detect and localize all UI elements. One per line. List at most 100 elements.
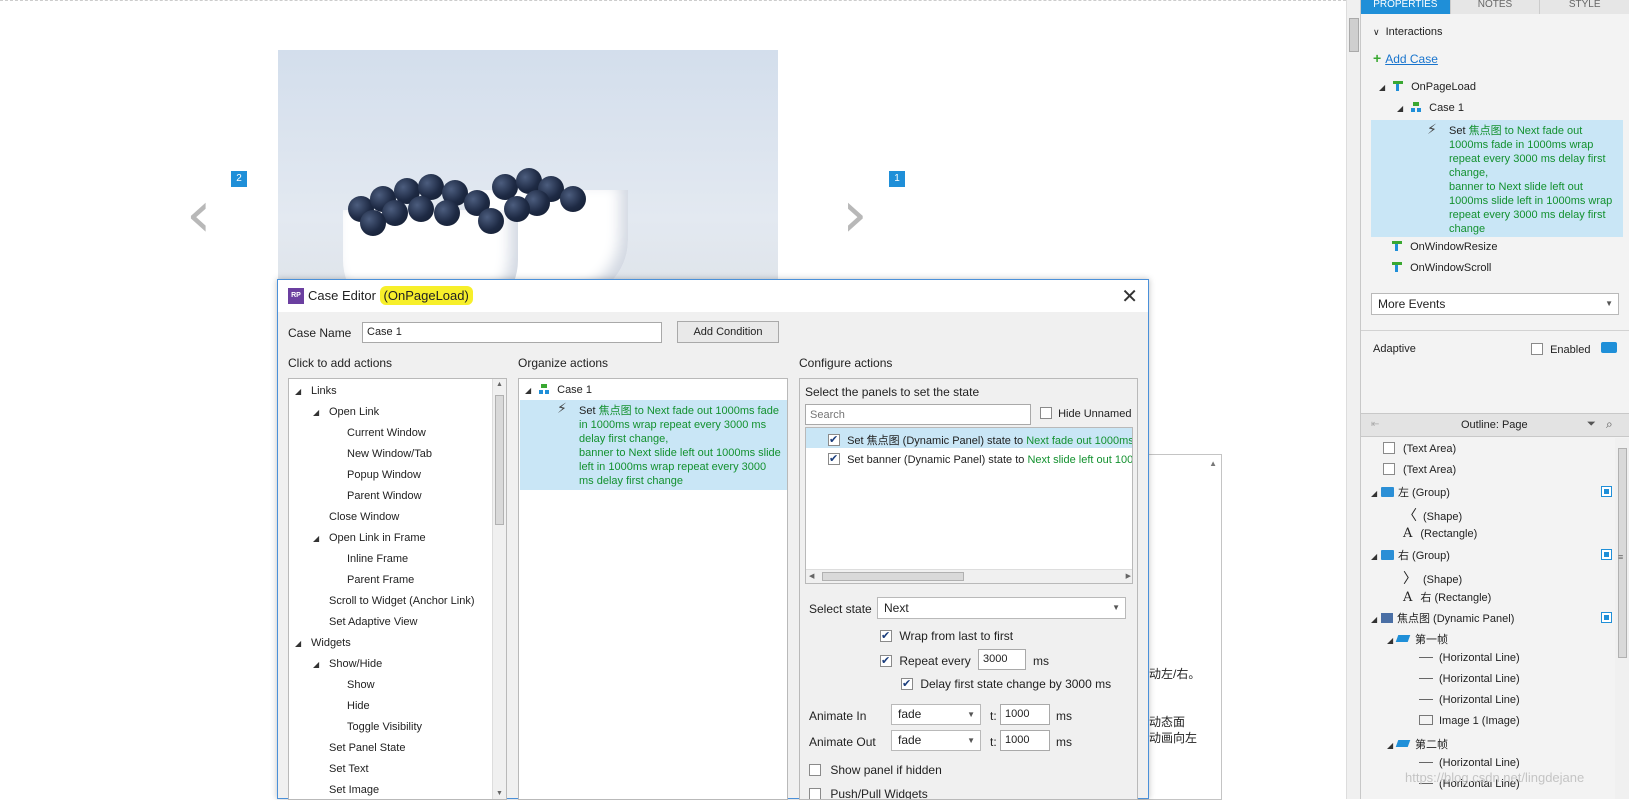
close-icon[interactable]: ✕ <box>1121 284 1138 308</box>
tree-action-toggle-visibility[interactable]: Toggle Visibility <box>347 721 422 733</box>
tree-action-show[interactable]: Show <box>347 679 375 691</box>
select-state-dropdown[interactable]: Next ▼ <box>877 597 1126 619</box>
checkbox[interactable] <box>901 677 913 690</box>
expand-triangle-icon[interactable]: ◢ <box>295 387 305 396</box>
checkbox[interactable] <box>828 452 840 465</box>
outline-visibility-marker[interactable] <box>1601 486 1612 497</box>
outline-item[interactable]: ◢ 焦点图 (Dynamic Panel) <box>1371 610 1514 626</box>
tree-action-hide[interactable]: Hide <box>347 700 370 712</box>
scroll-left-icon[interactable]: ◀ <box>809 572 814 580</box>
more-events-dropdown[interactable]: More Events ▼ <box>1371 293 1619 315</box>
outline-back-icon[interactable]: ⇤ <box>1371 419 1379 430</box>
filter-icon[interactable]: ⏷ <box>1587 418 1596 431</box>
tree-action-scroll-to-widget[interactable]: Scroll to Widget (Anchor Link) <box>329 595 493 607</box>
tree-action-parent-frame[interactable]: Parent Frame <box>347 574 414 586</box>
checkbox[interactable] <box>1531 343 1543 355</box>
action-description[interactable]: Set 焦点图 to Next fade out 1000ms fade in … <box>1449 124 1619 236</box>
tree-action-current-window[interactable]: Current Window <box>347 427 426 439</box>
scroll-right-icon[interactable]: ▶ <box>1126 572 1131 580</box>
animate-out-time-input[interactable]: 1000 <box>1000 730 1050 751</box>
tree-action-parent-window[interactable]: Parent Window <box>347 490 422 502</box>
animate-in-time-input[interactable]: 1000 <box>1000 704 1050 725</box>
org-case-row[interactable]: ◢ Case 1 <box>525 383 592 396</box>
scroll-up-icon[interactable]: ▲ <box>496 381 503 388</box>
dialog-titlebar[interactable]: RP Case Editor (OnPageLoad) ✕ <box>278 280 1148 312</box>
animate-in-dropdown[interactable]: fade ▼ <box>891 704 981 725</box>
expand-triangle-icon[interactable]: ◢ <box>1371 615 1381 624</box>
hero-image-blueberries[interactable] <box>278 50 778 290</box>
panel-row-focus[interactable]: Set 焦点图 (Dynamic Panel) state to Next fa… <box>828 432 1132 448</box>
tree-group-show-hide[interactable]: ◢ Show/Hide <box>313 658 382 670</box>
outline-item[interactable]: 〉 (Shape) <box>1403 568 1462 588</box>
canvas-vertical-scrollbar[interactable] <box>1346 0 1360 799</box>
tree-action-popup-window[interactable]: Popup Window <box>347 469 421 481</box>
panel-search-input[interactable] <box>805 404 1031 425</box>
wrap-checkbox-row[interactable]: Wrap from last to first <box>880 629 1013 643</box>
expand-triangle-icon[interactable]: ◢ <box>295 639 305 648</box>
panel-list[interactable]: Set 焦点图 (Dynamic Panel) state to Next fa… <box>805 427 1133 584</box>
outline-item[interactable]: (Text Area) <box>1383 442 1456 455</box>
scroll-up-icon[interactable]: ▲ <box>1209 459 1217 468</box>
outline-visibility-marker[interactable] <box>1601 612 1612 623</box>
checkbox[interactable] <box>880 654 892 667</box>
tree-action-set-text[interactable]: Set Text <box>329 763 369 775</box>
tree-action-set-panel-state[interactable]: Set Panel State <box>329 742 405 754</box>
event-onwindowscroll[interactable]: OnWindowScroll <box>1391 261 1491 274</box>
outline-item[interactable]: ◢ 第一帧 <box>1387 631 1448 647</box>
outline-item[interactable]: (Horizontal Line) <box>1419 694 1520 706</box>
tab-notes[interactable]: NOTES <box>1450 0 1541 14</box>
interactions-header[interactable]: ∨ Interactions <box>1373 26 1442 38</box>
repeat-checkbox-row[interactable]: Repeat every <box>880 654 971 668</box>
actions-tree-scrollbar[interactable]: ▲ ▼ <box>492 379 506 799</box>
expand-triangle-icon[interactable]: ◢ <box>1397 104 1407 113</box>
panel-list-hscrollbar[interactable]: ◀ ▶ <box>806 569 1132 583</box>
next-arrow-icon[interactable]: › <box>842 183 868 247</box>
scrollbar-thumb[interactable] <box>495 395 504 525</box>
expand-triangle-icon[interactable]: ◢ <box>1371 552 1381 561</box>
hide-unnamed-checkbox[interactable]: Hide Unnamed <box>1040 407 1131 420</box>
scroll-down-icon[interactable]: ▼ <box>496 790 503 797</box>
expand-triangle-icon[interactable]: ◢ <box>525 386 535 395</box>
outline-item[interactable]: (Text Area) <box>1383 463 1456 476</box>
prev-arrow-icon[interactable]: ‹ <box>186 183 212 247</box>
add-actions-tree[interactable]: ◢ Links ◢ Open Link Current Window New Win… <box>288 378 507 800</box>
tree-group-widgets[interactable]: ◢ Widgets <box>295 637 351 649</box>
panel-row-banner[interactable]: Set banner (Dynamic Panel) state to Next… <box>828 452 1132 466</box>
animate-out-dropdown[interactable]: fade ▼ <box>891 730 981 751</box>
push-pull-row[interactable]: Push/Pull Widgets <box>809 787 928 799</box>
outline-item[interactable]: (Horizontal Line) <box>1419 673 1520 685</box>
outline-item[interactable]: ◢ 左 (Group) <box>1371 484 1450 500</box>
expand-triangle-icon[interactable]: ◢ <box>313 534 323 543</box>
outline-item[interactable]: Image 1 (Image) <box>1419 715 1520 727</box>
adaptive-enabled-checkbox[interactable]: Enabled <box>1531 343 1590 356</box>
show-if-hidden-row[interactable]: Show panel if hidden <box>809 763 942 777</box>
expand-triangle-icon[interactable]: ◢ <box>1371 489 1381 498</box>
outline-scrollbar[interactable]: ≡ <box>1615 438 1629 799</box>
event-onpageload[interactable]: ◢ OnPageLoad <box>1379 80 1476 93</box>
tree-action-close-window[interactable]: Close Window <box>329 511 399 523</box>
tab-style[interactable]: STYLE <box>1540 0 1629 14</box>
checkbox[interactable] <box>1040 407 1052 419</box>
organize-actions-pane[interactable]: ◢ Case 1 ⚡ Set 焦点图 to Next fade out 1000… <box>518 378 788 800</box>
outline-item[interactable]: A 右 (Rectangle) <box>1403 589 1491 605</box>
search-icon[interactable]: ⌕ <box>1606 417 1613 432</box>
outline-item[interactable]: A (Rectangle) <box>1403 526 1477 541</box>
outline-item[interactable]: 〈 (Shape) <box>1403 505 1462 525</box>
tree-group-links[interactable]: ◢ Links <box>295 385 337 397</box>
tree-action-set-adaptive-view[interactable]: Set Adaptive View <box>329 616 417 628</box>
expand-triangle-icon[interactable]: ◢ <box>313 660 323 669</box>
tab-properties[interactable]: PROPERTIES <box>1361 0 1451 14</box>
outline-item[interactable]: (Horizontal Line) <box>1419 757 1520 769</box>
tree-group-open-link[interactable]: ◢ Open Link <box>313 406 379 418</box>
event-onwindowresize[interactable]: OnWindowResize <box>1391 240 1497 253</box>
tree-group-open-link-frame[interactable]: ◢ Open Link in Frame <box>313 532 426 544</box>
tree-action-inline-frame[interactable]: Inline Frame <box>347 553 408 565</box>
outline-item[interactable]: (Horizontal Line) <box>1419 652 1520 664</box>
scrollbar-thumb[interactable] <box>1349 18 1359 52</box>
outline-item[interactable]: ◢ 右 (Group) <box>1371 547 1450 563</box>
expand-triangle-icon[interactable]: ◢ <box>313 408 323 417</box>
checkbox[interactable] <box>809 788 821 799</box>
outline-item[interactable]: ◢ 第二帧 <box>1387 736 1448 752</box>
tree-action-new-window[interactable]: New Window/Tab <box>347 448 432 460</box>
checkbox[interactable] <box>809 764 821 776</box>
